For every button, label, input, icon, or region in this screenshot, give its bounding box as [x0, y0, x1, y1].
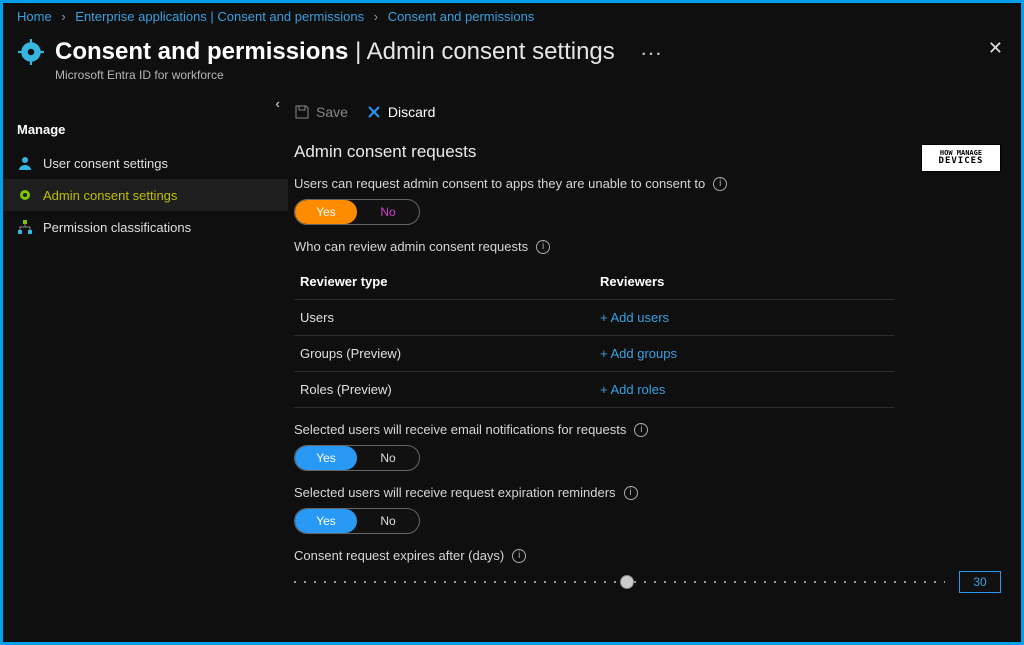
- toggle-yes[interactable]: Yes: [295, 446, 357, 470]
- add-roles-link[interactable]: + Add roles: [594, 372, 894, 407]
- field-label-email-notify: Selected users will receive email notifi…: [294, 422, 1001, 437]
- breadcrumb-sep: ›: [61, 9, 65, 24]
- toggle-no[interactable]: No: [357, 446, 419, 470]
- add-users-link[interactable]: + Add users: [594, 300, 894, 335]
- field-label-expires-after: Consent request expires after (days) i: [294, 548, 1001, 563]
- toolbar: Save Discard: [294, 100, 1001, 136]
- cell-type: Users: [294, 300, 594, 335]
- toggle-yes[interactable]: Yes: [295, 509, 357, 533]
- toggle-email-notify[interactable]: Yes No: [294, 445, 420, 471]
- reviewer-table: Reviewer type Reviewers Users + Add user…: [294, 264, 894, 408]
- collapse-sidebar-icon[interactable]: ‹‹: [275, 96, 276, 111]
- sidebar-item-user-consent[interactable]: User consent settings: [3, 147, 288, 179]
- more-actions[interactable]: ···: [641, 46, 663, 63]
- breadcrumb: Home › Enterprise applications | Consent…: [3, 3, 1021, 30]
- table-row: Roles (Preview) + Add roles: [294, 372, 894, 408]
- hierarchy-icon: [17, 219, 33, 235]
- info-icon[interactable]: i: [624, 486, 638, 500]
- sidebar-item-label: User consent settings: [43, 156, 168, 171]
- sidebar-item-permission-classifications[interactable]: Permission classifications: [3, 211, 288, 243]
- gear-icon: [17, 38, 45, 66]
- add-groups-link[interactable]: + Add groups: [594, 336, 894, 371]
- cell-type: Roles (Preview): [294, 372, 594, 407]
- breadcrumb-home[interactable]: Home: [17, 9, 52, 24]
- discard-button[interactable]: Discard: [366, 104, 435, 120]
- sidebar: ‹‹ Manage User consent settings Admin co…: [3, 96, 288, 645]
- toggle-yes[interactable]: Yes: [295, 200, 357, 224]
- field-label-reviewers: Who can review admin consent requests i: [294, 239, 1001, 254]
- page-subtitle: Microsoft Entra ID for workforce: [55, 68, 663, 82]
- page-title: Consent and permissions | Admin consent …: [55, 38, 663, 66]
- slider-thumb[interactable]: [620, 575, 634, 589]
- toggle-request-consent[interactable]: Yes No: [294, 199, 420, 225]
- user-icon: [17, 155, 33, 171]
- info-icon[interactable]: i: [512, 549, 526, 563]
- sidebar-heading: Manage: [3, 102, 288, 147]
- watermark-badge: HOW MANAGE DEVICES: [921, 144, 1001, 172]
- col-header-reviewers: Reviewers: [594, 264, 894, 299]
- info-icon[interactable]: i: [713, 177, 727, 191]
- close-icon[interactable]: ✕: [988, 38, 1003, 59]
- info-icon[interactable]: i: [536, 240, 550, 254]
- main-content: Save Discard HOW MANAGE DEVICES Admin co…: [288, 96, 1021, 645]
- expires-slider[interactable]: [294, 575, 945, 589]
- sidebar-item-label: Permission classifications: [43, 220, 191, 235]
- section-title: Admin consent requests: [294, 142, 1001, 162]
- sidebar-item-admin-consent[interactable]: Admin consent settings: [3, 179, 288, 211]
- table-row: Groups (Preview) + Add groups: [294, 336, 894, 372]
- breadcrumb-item-1[interactable]: Enterprise applications | Consent and pe…: [75, 9, 364, 24]
- col-header-type: Reviewer type: [294, 264, 594, 299]
- info-icon[interactable]: i: [634, 423, 648, 437]
- field-label-request-consent: Users can request admin consent to apps …: [294, 176, 1001, 191]
- cell-type: Groups (Preview): [294, 336, 594, 371]
- toggle-no[interactable]: No: [357, 509, 419, 533]
- gear-icon: [17, 187, 33, 203]
- expires-value-input[interactable]: 30: [959, 571, 1001, 593]
- page-header: Consent and permissions | Admin consent …: [3, 30, 1021, 96]
- toggle-expiration-reminders[interactable]: Yes No: [294, 508, 420, 534]
- breadcrumb-item-2[interactable]: Consent and permissions: [388, 9, 535, 24]
- save-button[interactable]: Save: [294, 104, 348, 120]
- breadcrumb-sep: ›: [374, 9, 378, 24]
- toggle-no[interactable]: No: [357, 200, 419, 224]
- field-label-expiration-reminders: Selected users will receive request expi…: [294, 485, 1001, 500]
- sidebar-item-label: Admin consent settings: [43, 188, 177, 203]
- table-row: Users + Add users: [294, 300, 894, 336]
